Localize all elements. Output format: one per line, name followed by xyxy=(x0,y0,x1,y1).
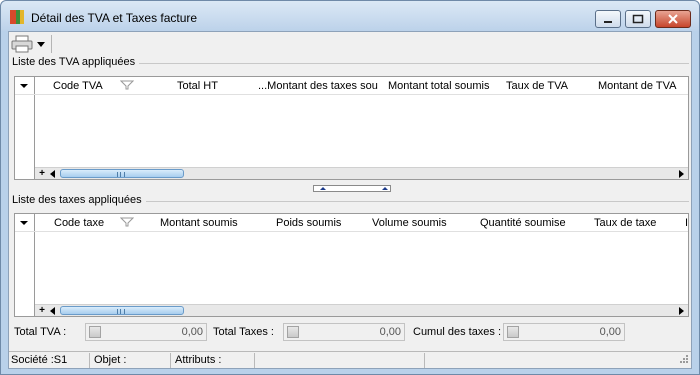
tva-grid-header: Code TVA Total HT ...Montant des taxes s… xyxy=(15,77,688,95)
status-separator xyxy=(89,353,90,368)
dropdown-arrow-icon xyxy=(20,84,28,88)
col-montant-tva[interactable]: Montant de TVA xyxy=(598,80,676,92)
cumul-taxes-label: Cumul des taxes : xyxy=(413,326,502,338)
row-selector-column xyxy=(15,95,35,179)
maximize-button[interactable] xyxy=(625,10,651,28)
total-tva-label: Total TVA : xyxy=(14,326,67,338)
col-taux-tva[interactable]: Taux de TVA xyxy=(506,80,568,92)
col-taux-taxe[interactable]: Taux de taxe xyxy=(594,217,656,229)
scroll-left-icon[interactable] xyxy=(48,306,58,316)
filter-icon[interactable] xyxy=(120,80,134,90)
close-button[interactable] xyxy=(655,10,691,28)
section-splitter[interactable] xyxy=(313,185,391,192)
taxes-grid-header: Code taxe Montant soumis Poids soumis Vo… xyxy=(15,214,688,232)
title-bar[interactable]: Détail des TVA et Taxes facture xyxy=(1,1,699,31)
scroll-thumb[interactable] xyxy=(60,306,184,315)
col-montant-taxes-soumis[interactable]: ...Montant des taxes sou xyxy=(258,80,378,92)
col-montant-soumis[interactable]: Montant soumis xyxy=(160,217,238,229)
scroll-right-icon[interactable] xyxy=(676,169,686,179)
window-title: Détail des TVA et Taxes facture xyxy=(31,11,198,25)
total-taxes-checkbox[interactable] xyxy=(287,326,299,338)
status-attributs: Attributs : xyxy=(175,354,222,366)
tva-columns-dropdown[interactable] xyxy=(15,77,35,94)
toolbar-separator xyxy=(51,35,52,53)
resize-grip-icon[interactable] xyxy=(678,355,689,366)
status-separator xyxy=(170,353,171,368)
print-button[interactable] xyxy=(11,35,45,53)
add-icon[interactable]: + xyxy=(37,306,47,316)
status-separator xyxy=(424,353,425,368)
total-tva-field: 0,00 xyxy=(85,323,207,341)
total-taxes-label: Total Taxes : xyxy=(213,326,274,338)
tva-grid[interactable]: Code TVA Total HT ...Montant des taxes s… xyxy=(14,76,689,180)
taxes-horizontal-scrollbar[interactable]: + xyxy=(35,304,688,316)
scroll-right-icon[interactable] xyxy=(676,306,686,316)
chevron-down-icon[interactable] xyxy=(37,42,45,48)
window-client: Liste des TVA appliquées Code TVA Total … xyxy=(8,31,692,369)
maximize-icon xyxy=(632,14,644,24)
tva-horizontal-scrollbar[interactable]: + xyxy=(35,167,688,179)
col-montant-total-soumis[interactable]: Montant total soumis xyxy=(388,80,490,92)
scroll-thumb[interactable] xyxy=(60,169,184,178)
row-selector-column xyxy=(15,232,35,316)
total-taxes-value: 0,00 xyxy=(379,326,401,338)
status-societe: Société :S1 xyxy=(11,354,68,366)
app-window: Détail des TVA et Taxes facture Liste de… xyxy=(0,0,700,375)
cumul-taxes-field: 0,00 xyxy=(503,323,625,341)
total-taxes-field: 0,00 xyxy=(283,323,405,341)
total-tva-checkbox[interactable] xyxy=(89,326,101,338)
status-bar: Société :S1 Objet : Attributs : xyxy=(9,351,691,368)
close-icon xyxy=(668,14,678,24)
col-truncated[interactable]: I xyxy=(685,217,688,229)
status-objet: Objet : xyxy=(94,354,127,366)
grip-icon xyxy=(117,309,125,314)
toolbar xyxy=(9,32,691,56)
filter-icon[interactable] xyxy=(120,217,134,227)
cumul-taxes-checkbox[interactable] xyxy=(507,326,519,338)
col-total-ht[interactable]: Total HT xyxy=(177,80,218,92)
cumul-taxes-value: 0,00 xyxy=(599,326,621,338)
minimize-button[interactable] xyxy=(595,10,621,28)
app-icon xyxy=(10,10,24,24)
dropdown-arrow-icon xyxy=(20,221,28,225)
total-tva-value: 0,00 xyxy=(181,326,203,338)
taxes-section-label: Liste des taxes appliquées xyxy=(12,194,146,206)
taxes-grid[interactable]: Code taxe Montant soumis Poids soumis Vo… xyxy=(14,213,689,317)
col-code-taxe[interactable]: Code taxe xyxy=(54,217,104,229)
col-volume-soumis[interactable]: Volume soumis xyxy=(372,217,447,229)
col-code-tva[interactable]: Code TVA xyxy=(53,80,103,92)
printer-icon xyxy=(11,35,33,53)
status-separator xyxy=(254,353,255,368)
grip-icon xyxy=(117,172,125,177)
col-quantite-soumise[interactable]: Quantité soumise xyxy=(480,217,566,229)
add-icon[interactable]: + xyxy=(37,169,47,179)
tva-section-label: Liste des TVA appliquées xyxy=(12,56,140,68)
col-poids-soumis[interactable]: Poids soumis xyxy=(276,217,341,229)
taxes-columns-dropdown[interactable] xyxy=(15,214,35,231)
splitter-up-icon[interactable] xyxy=(382,187,388,190)
scroll-left-icon[interactable] xyxy=(48,169,58,179)
minimize-icon xyxy=(604,21,612,23)
splitter-up-icon[interactable] xyxy=(320,187,326,190)
